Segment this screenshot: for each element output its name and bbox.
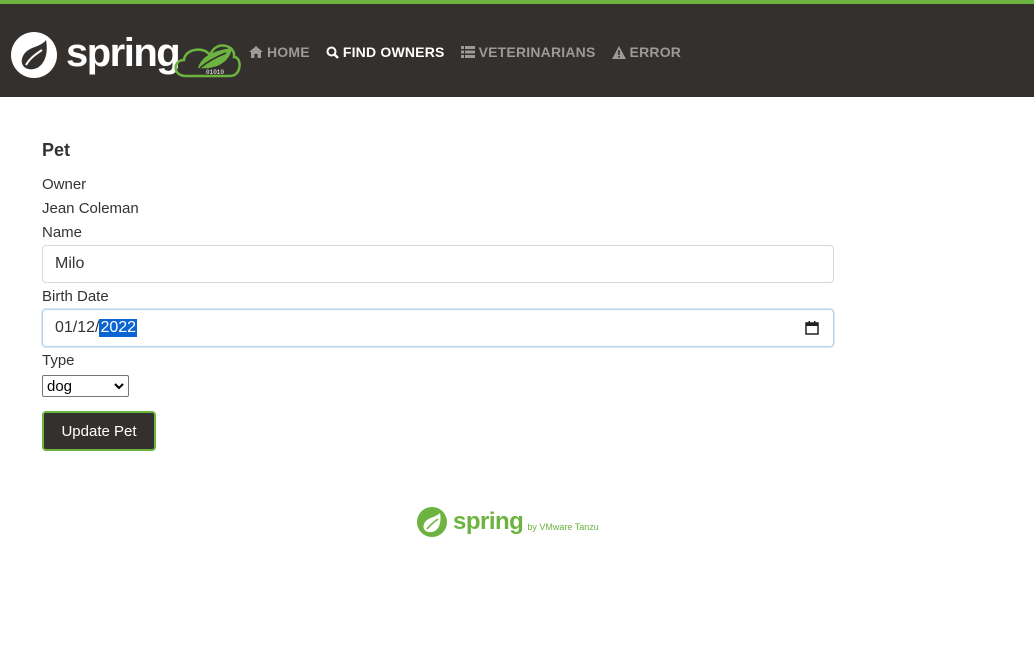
- warning-icon: [611, 45, 626, 59]
- birth-date-prefix: 01/12/: [55, 319, 100, 336]
- owner-label: Owner: [42, 176, 87, 193]
- birth-date-input[interactable]: 01/12/2022: [42, 309, 834, 347]
- birth-date-label: Birth Date: [42, 288, 109, 305]
- search-icon: [326, 46, 339, 59]
- update-pet-button[interactable]: Update Pet: [42, 411, 156, 451]
- nav-error[interactable]: ERROR: [611, 44, 682, 60]
- nav-veterinarians[interactable]: VETERINARIANS: [460, 44, 596, 60]
- list-icon: [460, 46, 475, 58]
- nav-home-label: HOME: [267, 44, 310, 60]
- pet-form: Pet Owner Jean Coleman Name Birth Date 0…: [42, 140, 834, 451]
- nav-find-owners-label: FIND OWNERS: [342, 44, 445, 60]
- top-navbar: spring 01010 HOME FIND OWNERS VETERINARI…: [0, 0, 1034, 97]
- nav-veterinarians-label: VETERINARIANS: [478, 44, 596, 60]
- page-title: Pet: [42, 140, 71, 160]
- type-select[interactable]: dog: [42, 375, 129, 397]
- type-selected-value: dog: [47, 377, 73, 395]
- name-input[interactable]: [42, 245, 834, 283]
- name-label: Name: [42, 224, 83, 241]
- footer-logo: spring by VMware Tanzu: [416, 506, 599, 538]
- home-icon: [249, 46, 263, 58]
- birth-date-year-selected: 2022: [99, 319, 138, 337]
- spring-leaf-icon: [417, 507, 447, 537]
- footer-byline: by VMware Tanzu: [527, 522, 599, 532]
- spring-petclinic-logo[interactable]: spring 01010: [10, 30, 242, 80]
- nav-find-owners[interactable]: FIND OWNERS: [326, 44, 445, 60]
- type-label: Type: [42, 352, 75, 369]
- chevron-down-icon: [114, 382, 124, 389]
- calendar-icon[interactable]: [805, 321, 819, 335]
- footer-spring-wordmark: spring: [453, 508, 524, 535]
- main-nav: HOME FIND OWNERS VETERINARIANS ERROR: [249, 44, 697, 60]
- nav-home[interactable]: HOME: [249, 44, 310, 60]
- svg-text:spring: spring: [66, 31, 179, 75]
- nav-error-label: ERROR: [629, 44, 682, 60]
- svg-text:01010: 01010: [206, 69, 224, 76]
- owner-name: Jean Coleman: [42, 200, 139, 217]
